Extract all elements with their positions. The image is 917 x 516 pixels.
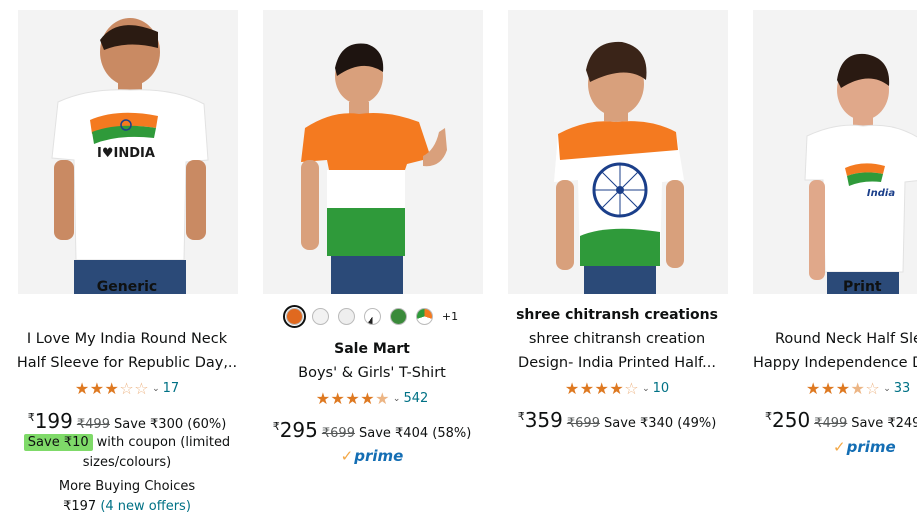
shirt-print-text: I♥INDIA: [97, 146, 155, 161]
product-brand[interactable]: Sale Mart: [253, 341, 491, 357]
savings: Save ₹249: [851, 416, 917, 431]
mrp: ₹499: [76, 417, 110, 432]
product-title-line1[interactable]: shree chitransh creation: [498, 327, 736, 351]
rating-count[interactable]: 10: [653, 381, 670, 396]
price-row: ₹199 ₹499 Save ₹300 (60%): [8, 409, 246, 433]
product-image[interactable]: I♥INDIA: [18, 10, 238, 294]
mrp: ₹499: [814, 416, 848, 431]
prime-check-icon: ✓: [833, 438, 846, 456]
star-rating-icon: ★★★★☆: [564, 379, 640, 398]
boy-in-white-tshirt-image: I♥INDIA: [18, 10, 238, 294]
more-buying-choices: More Buying Choices: [58, 479, 196, 494]
rating-row[interactable]: ★★★★☆ ⌄ 10: [498, 379, 736, 398]
rating-count[interactable]: 33: [894, 381, 911, 396]
price[interactable]: ₹359: [518, 408, 563, 432]
boy-in-india-print-tshirt-image: India: [753, 10, 917, 294]
mrp: ₹699: [566, 416, 600, 431]
price[interactable]: ₹250: [765, 408, 810, 432]
chevron-down-icon[interactable]: ⌄: [393, 394, 401, 404]
price[interactable]: ₹295: [273, 418, 318, 442]
new-offers-link[interactable]: (4 new offers): [100, 499, 191, 514]
swatch-pattern[interactable]: [363, 308, 381, 325]
swatch-green[interactable]: [389, 308, 407, 325]
prime-badge: ✓prime: [833, 438, 896, 456]
product-image[interactable]: India: [753, 10, 917, 294]
coupon-row: Save ₹10 with coupon (limited: [8, 433, 246, 453]
swatch-grey[interactable]: [337, 308, 355, 325]
star-rating-icon: ★★★★★: [315, 389, 390, 408]
product-title-line2[interactable]: Design- India Printed Half...: [498, 351, 736, 375]
swatch-white[interactable]: [311, 308, 329, 325]
swatch-orange[interactable]: [282, 305, 306, 328]
chevron-down-icon[interactable]: ⌄: [883, 384, 891, 394]
price-row: ₹295 ₹699 Save ₹404 (58%): [253, 418, 491, 442]
product-title-line2[interactable]: Happy Independence D: [753, 351, 917, 375]
price-row: ₹250 ₹499 Save ₹249: [765, 408, 917, 432]
chevron-down-icon[interactable]: ⌄: [152, 384, 160, 394]
product-image[interactable]: [263, 10, 483, 294]
product-brand[interactable]: Print: [843, 279, 882, 295]
prime-check-icon: ✓: [340, 447, 354, 465]
shirt-print-text: India: [867, 188, 895, 199]
price-row: ₹359 ₹699 Save ₹340 (49%): [498, 408, 736, 432]
coupon-text: with coupon (limited: [96, 435, 231, 450]
savings: Save ₹404 (58%): [358, 426, 472, 441]
star-rating-icon: ★★★☆☆: [74, 379, 150, 398]
rating-row[interactable]: ★★★☆☆ ⌄ 17: [8, 379, 246, 398]
product-title-line1[interactable]: I Love My India Round Neck: [8, 327, 246, 351]
rating-count[interactable]: 17: [163, 381, 180, 396]
swatch-tricolor[interactable]: [415, 308, 433, 325]
rating-row[interactable]: ★★★★★ ⌄ 542: [253, 389, 491, 408]
color-swatches: +1: [253, 305, 491, 328]
more-swatches-link[interactable]: +1: [442, 310, 458, 323]
mrp: ₹699: [321, 426, 355, 441]
savings: Save ₹340 (49%): [603, 416, 717, 431]
rating-count[interactable]: 542: [403, 391, 428, 406]
coupon-text-line2: sizes/colours): [82, 455, 172, 470]
boy-in-tricolor-tshirt-image: [263, 10, 483, 294]
product-image[interactable]: [508, 10, 728, 294]
product-brand[interactable]: shree chitransh creations: [498, 307, 736, 323]
product-brand[interactable]: Generic: [8, 279, 246, 295]
offers-price: ₹197: [63, 499, 97, 514]
rating-row[interactable]: ★★★★☆ ⌄ 33: [806, 379, 910, 398]
offers-row[interactable]: ₹197 (4 new offers): [8, 499, 246, 514]
product-title-line2[interactable]: Half Sleeve for Republic Day,..: [8, 351, 246, 375]
price[interactable]: ₹199: [28, 409, 73, 433]
product-title-line1[interactable]: Boys' & Girls' T-Shirt: [253, 361, 491, 385]
savings: Save ₹300 (60%): [113, 417, 227, 432]
chevron-down-icon[interactable]: ⌄: [642, 384, 650, 394]
boy-in-chakra-tshirt-image: [508, 10, 728, 294]
coupon-badge: Save ₹10: [23, 434, 93, 451]
star-rating-icon: ★★★★☆: [806, 379, 881, 398]
prime-badge: ✓prime: [340, 447, 404, 465]
product-title-line1[interactable]: Round Neck Half Sle: [775, 327, 917, 351]
